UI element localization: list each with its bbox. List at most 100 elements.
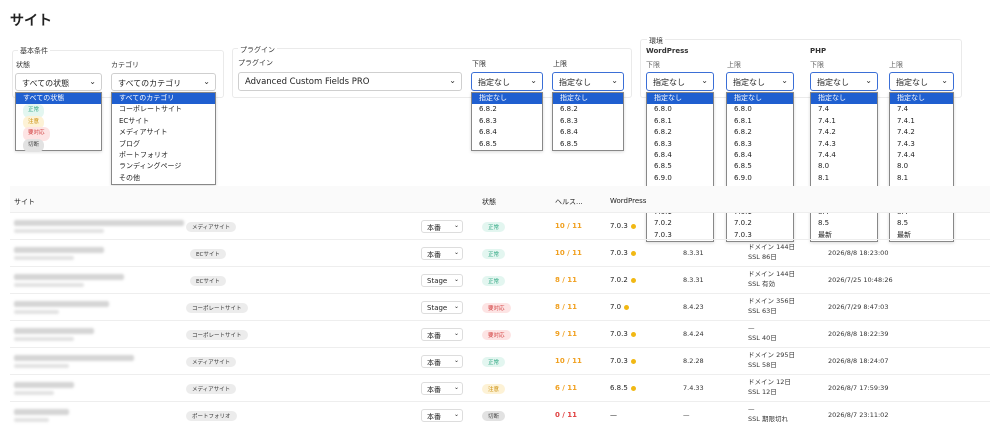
dropdown-option[interactable]: 8.1 [811, 173, 877, 184]
dropdown-option[interactable]: 6.8.3 [553, 116, 623, 127]
dropdown-option[interactable]: 6.8.4 [553, 127, 623, 138]
dropdown-option[interactable]: 7.4 [890, 104, 953, 115]
dropdown-option[interactable]: すべての状態 [16, 93, 101, 105]
chevron-down-icon: ⌄ [941, 76, 948, 85]
plugin-select[interactable]: Advanced Custom Fields PRO ⌄ [238, 72, 462, 91]
dropdown-option[interactable]: コーポレートサイト [112, 104, 215, 115]
dropdown-option[interactable]: 注意 [16, 115, 101, 130]
column-header-wordpress[interactable]: WordPress [610, 197, 646, 205]
dropdown-option[interactable]: 6.8.3 [647, 139, 713, 150]
dropdown-option[interactable]: 6.8.3 [472, 116, 542, 127]
dropdown-option[interactable]: 切断 [16, 138, 101, 152]
dropdown-option[interactable]: 指定なし [472, 93, 542, 105]
dropdown-option[interactable]: 7.4.3 [890, 139, 953, 150]
dropdown-option[interactable]: ポートフォリオ [112, 150, 215, 161]
dropdown-option[interactable]: 7.4.1 [890, 116, 953, 127]
wordpress-version-text: 7.0.2 [610, 276, 628, 284]
dropdown-option[interactable]: 6.8.2 [553, 104, 623, 115]
chevron-down-icon: ⌄ [453, 357, 459, 364]
table-row[interactable]: ECサイト Stage ⌄ 正常 8 / 11 7.0.2 8.3.31 ドメイン 144日 S… [10, 266, 990, 293]
dropdown-option[interactable]: 6.8.1 [647, 116, 713, 127]
dropdown-option[interactable]: ブログ [112, 139, 215, 150]
table-row[interactable]: コーポレートサイト 本番 ⌄ 要対応 9 / 11 7.0.3 8.4.24 — SSL 40日… [10, 320, 990, 347]
environment-select[interactable]: 本番 ⌄ [421, 382, 463, 395]
environment-select[interactable]: 本番 ⌄ [421, 247, 463, 260]
site-url-redacted [14, 364, 69, 368]
environment-select[interactable]: 本番 ⌄ [421, 220, 463, 233]
health-score: 9 / 11 [555, 330, 578, 338]
dropdown-option[interactable]: 7.4.2 [890, 127, 953, 138]
dropdown-option[interactable]: 6.8.2 [647, 127, 713, 138]
category-filter-select[interactable]: すべてのカテゴリ ⌄ [111, 73, 216, 91]
dropdown-option[interactable]: 6.8.5 [553, 139, 623, 150]
dropdown-option[interactable]: 6.8.4 [647, 150, 713, 161]
plugin-lower-dropdown[interactable]: 指定なし 6.8.2 6.8.3 6.8.4 6.8.5 [471, 92, 543, 151]
dropdown-option[interactable]: メディアサイト [112, 127, 215, 138]
status-filter-select[interactable]: すべての状態 ⌄ [15, 73, 102, 91]
dropdown-option[interactable]: 7.4.4 [890, 150, 953, 161]
last-checked: 2026/8/8 18:22:39 [828, 330, 889, 338]
dropdown-option[interactable]: 7.4.4 [811, 150, 877, 161]
environment-value: 本番 [427, 332, 441, 340]
dropdown-option[interactable]: 7.4.2 [811, 127, 877, 138]
wp-lower-select[interactable]: 指定なし ⌄ [646, 72, 714, 91]
dropdown-option[interactable]: 6.9.0 [727, 173, 793, 184]
table-row[interactable]: ECサイト 本番 ⌄ 正常 10 / 11 7.0.3 8.3.31 ドメイン 144日 SSL… [10, 239, 990, 266]
status-dropdown-list[interactable]: すべての状態 正常 注意 要対応 切断 [15, 92, 102, 152]
dropdown-option[interactable]: 6.8.2 [727, 127, 793, 138]
plugin-upper-select[interactable]: 指定なし ⌄ [552, 72, 624, 91]
table-row[interactable]: メディアサイト 本番 ⌄ 正常 10 / 11 7.0.3 8.2.28 ドメイン 295日 S… [10, 347, 990, 374]
php-upper-select[interactable]: 指定なし ⌄ [889, 72, 954, 91]
dropdown-option[interactable]: その他 [112, 173, 215, 184]
dropdown-option[interactable]: 8.0 [890, 161, 953, 172]
table-row[interactable]: メディアサイト 本番 ⌄ 注意 6 / 11 6.8.5 7.4.33 ドメイン 12日 SSL… [10, 374, 990, 401]
dropdown-option[interactable]: 6.8.3 [727, 139, 793, 150]
environment-select[interactable]: 本番 ⌄ [421, 328, 463, 341]
dropdown-option[interactable]: 7.4 [811, 104, 877, 115]
plugin-upper-dropdown[interactable]: 指定なし 6.8.2 6.8.3 6.8.4 6.8.5 [552, 92, 624, 151]
plugin-lower-select[interactable]: 指定なし ⌄ [471, 72, 543, 91]
site-name-redacted [14, 301, 109, 307]
dropdown-option[interactable]: 6.9.0 [647, 173, 713, 184]
dropdown-option[interactable]: 指定なし [727, 93, 793, 105]
environment-select[interactable]: 本番 ⌄ [421, 355, 463, 368]
dropdown-option[interactable]: 6.8.5 [647, 161, 713, 172]
dropdown-option[interactable]: 指定なし [811, 93, 877, 105]
dropdown-option[interactable]: 6.8.0 [647, 104, 713, 115]
column-header-site[interactable]: サイト [14, 197, 35, 207]
environment-select[interactable]: Stage ⌄ [421, 301, 463, 314]
dropdown-option[interactable]: 6.8.4 [472, 127, 542, 138]
dropdown-option[interactable]: 指定なし [890, 93, 953, 105]
dropdown-option[interactable]: 6.8.0 [727, 104, 793, 115]
dropdown-option[interactable]: 正常 [16, 104, 101, 118]
environment-select[interactable]: 本番 ⌄ [421, 409, 463, 422]
dropdown-option[interactable]: 指定なし [647, 93, 713, 105]
environment-select[interactable]: Stage ⌄ [421, 274, 463, 287]
wordpress-version: — [610, 411, 617, 419]
dropdown-option[interactable]: 要対応 [16, 127, 101, 141]
table-row[interactable]: メディアサイト 本番 ⌄ 正常 10 / 11 7.0.3 [10, 212, 990, 239]
wp-upper-select[interactable]: 指定なし ⌄ [726, 72, 794, 91]
dropdown-option[interactable]: 7.4.3 [811, 139, 877, 150]
category-dropdown-list[interactable]: すべてのカテゴリ コーポレートサイト ECサイト メディアサイト ブログ ポートフォリオラ… [111, 92, 216, 186]
dropdown-option[interactable]: 6.8.4 [727, 150, 793, 161]
domain-expiry: ドメイン 295日 [748, 351, 795, 359]
dropdown-option[interactable]: すべてのカテゴリ [112, 93, 215, 105]
dropdown-option[interactable]: ランディングページ [112, 161, 215, 172]
dropdown-option[interactable]: 7.4.1 [811, 116, 877, 127]
table-row[interactable]: ポートフォリオ 本番 ⌄ 切断 0 / 11 — — — SSL 期限切れ 2026/8/7 23… [10, 401, 990, 428]
dropdown-option[interactable]: 6.8.5 [472, 139, 542, 150]
dropdown-option[interactable]: 6.8.1 [727, 116, 793, 127]
column-header-status[interactable]: 状態 [482, 197, 496, 207]
dropdown-option[interactable]: 指定なし [553, 93, 623, 105]
php-lower-select[interactable]: 指定なし ⌄ [810, 72, 878, 91]
dropdown-option[interactable]: ECサイト [112, 116, 215, 127]
table-row[interactable]: コーポレートサイト Stage ⌄ 要対応 8 / 11 7.0 8.4.23 ドメイン 35… [10, 293, 990, 320]
environment-value: Stage [427, 277, 448, 285]
dropdown-option[interactable]: 8.1 [890, 173, 953, 184]
environment-value: 本番 [427, 251, 441, 259]
column-header-health[interactable]: ヘルス... [555, 197, 583, 207]
dropdown-option[interactable]: 8.0 [811, 161, 877, 172]
dropdown-option[interactable]: 6.8.5 [727, 161, 793, 172]
dropdown-option[interactable]: 6.8.2 [472, 104, 542, 115]
